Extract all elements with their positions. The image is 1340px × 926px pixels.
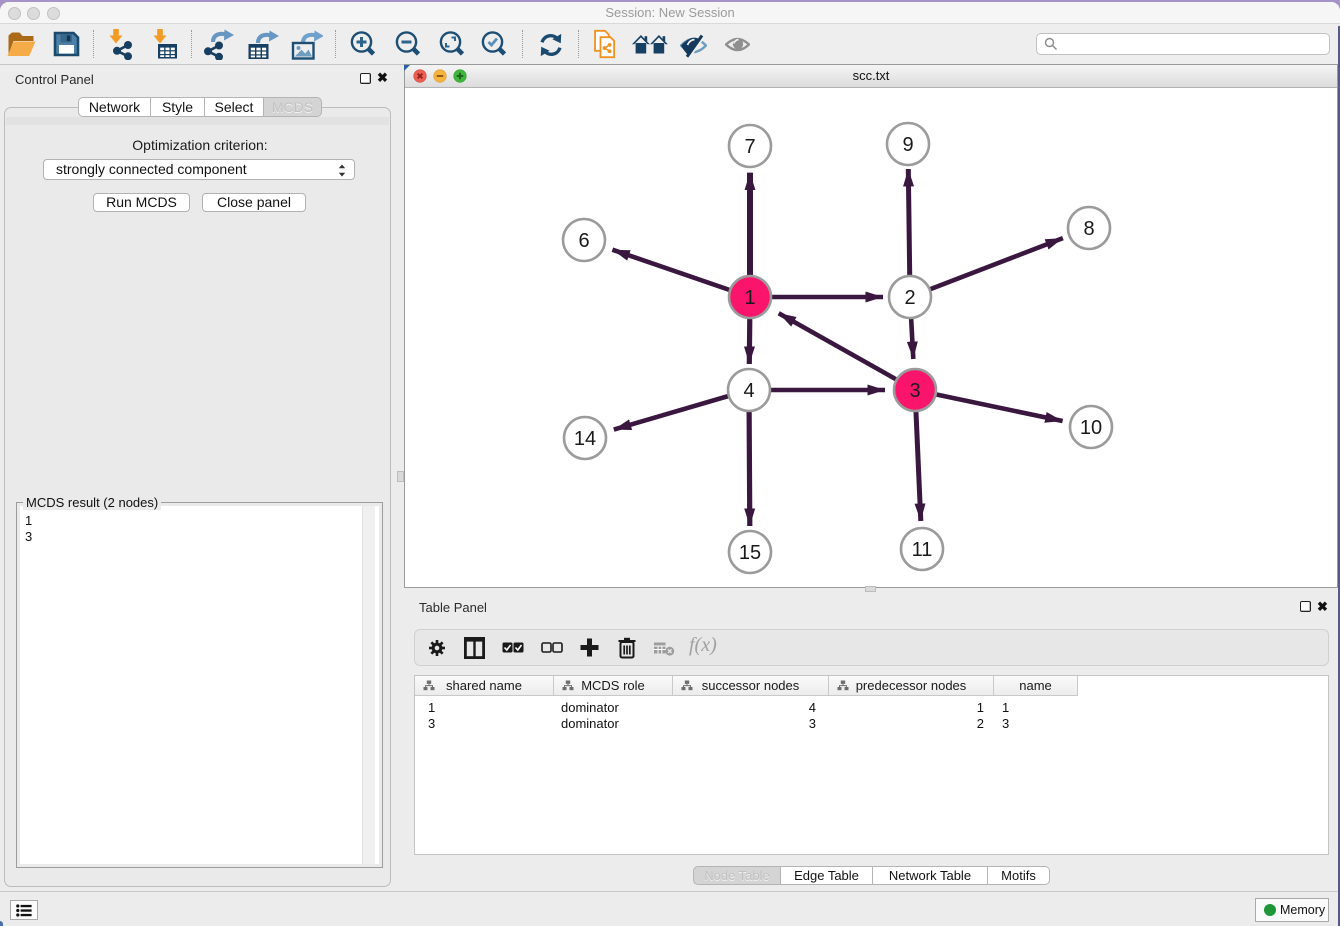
svg-text:7: 7 (744, 136, 755, 158)
svg-text:11: 11 (912, 539, 933, 561)
svg-text:6: 6 (578, 230, 589, 252)
svg-text:9: 9 (902, 134, 913, 156)
svg-text:4: 4 (743, 380, 754, 402)
svg-text:2: 2 (904, 287, 915, 309)
svg-text:3: 3 (909, 380, 920, 402)
svg-text:10: 10 (1080, 417, 1102, 439)
svg-text:15: 15 (739, 542, 761, 564)
svg-text:8: 8 (1083, 218, 1094, 240)
svg-text:14: 14 (574, 428, 596, 450)
svg-text:1: 1 (744, 287, 755, 309)
